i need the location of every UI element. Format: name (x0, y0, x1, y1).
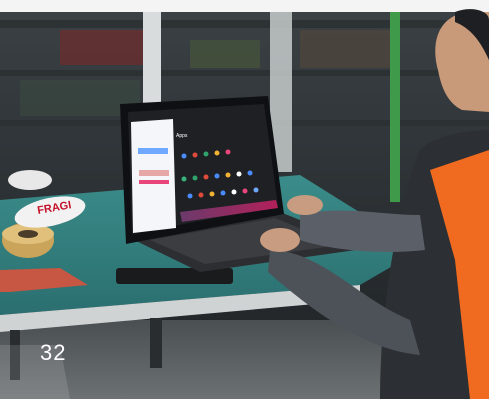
apps-heading: Apps (176, 133, 188, 139)
warehouse-photo: FRAGI Apps (0, 0, 489, 399)
green-pole (390, 12, 400, 202)
phone (116, 268, 233, 284)
photo-scene: FRAGI Apps 32 (0, 0, 489, 399)
page-number: 32 (40, 340, 67, 365)
pillar (143, 12, 161, 107)
